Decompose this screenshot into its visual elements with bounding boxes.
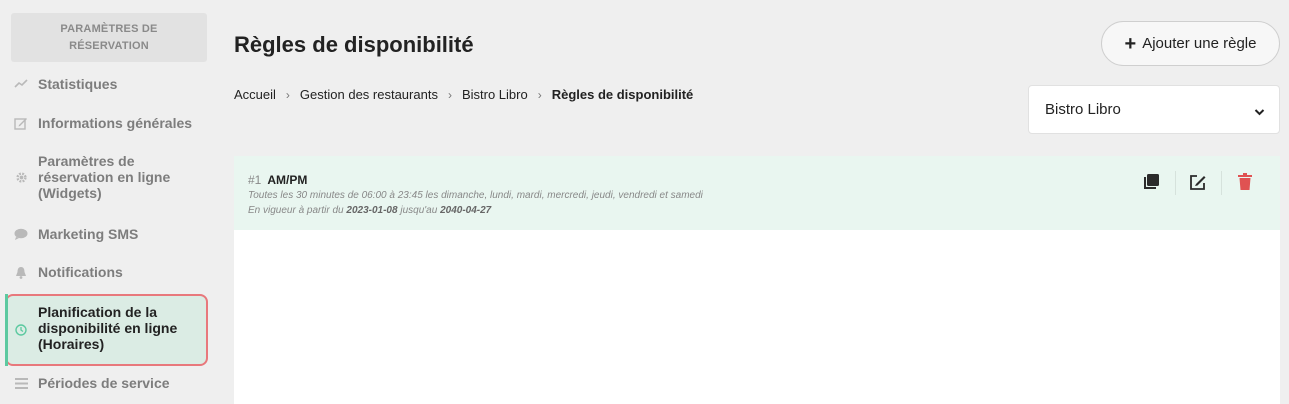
sidebar-item-label: Informations générales xyxy=(38,115,193,131)
sidebar-item-statistiques[interactable]: Statistiques xyxy=(0,76,215,92)
sidebar-item-informations[interactable]: Informations générales xyxy=(0,115,215,131)
page-title: Règles de disponibilité xyxy=(234,32,474,57)
duplicate-rule-button[interactable] xyxy=(1141,173,1161,196)
delete-rule-button[interactable] xyxy=(1235,172,1255,196)
sidebar: PARAMÈTRES DE RÉSERVATION Statistiques I… xyxy=(0,0,215,404)
breadcrumb: Accueil › Gestion des restaurants › Bist… xyxy=(234,87,693,102)
rule-description: Toutes les 30 minutes de 06:00 à 23:45 l… xyxy=(248,190,703,201)
add-rule-button[interactable]: + Ajouter une règle xyxy=(1101,21,1280,66)
sidebar-item-widgets[interactable]: Paramètres de réservation en ligne (Widg… xyxy=(0,153,215,201)
bell-icon xyxy=(14,265,28,279)
sidebar-header: PARAMÈTRES DE RÉSERVATION xyxy=(11,13,207,62)
edit-icon xyxy=(1189,173,1207,196)
chevron-down-icon xyxy=(1254,103,1265,120)
gear-icon xyxy=(14,170,28,184)
sidebar-item-label: Périodes de service xyxy=(38,375,170,391)
rule-start-date: 2023-01-08 xyxy=(346,205,398,216)
breadcrumb-link-gestion[interactable]: Gestion des restaurants xyxy=(300,87,438,102)
chat-bubble-icon xyxy=(14,227,28,241)
sidebar-item-horaires[interactable]: Planification de la disponibilité en lig… xyxy=(0,304,215,352)
rule-number: #1 xyxy=(248,173,262,187)
restaurant-select[interactable]: Bistro Libro xyxy=(1028,85,1280,134)
edit-rule-button[interactable] xyxy=(1188,174,1208,194)
rule-dates-prefix: En vigueur à partir du xyxy=(248,205,344,216)
copy-icon xyxy=(1142,173,1160,196)
trash-icon xyxy=(1238,172,1252,196)
clock-icon xyxy=(14,323,28,337)
sidebar-item-notifications[interactable]: Notifications xyxy=(0,264,215,280)
chevron-right-icon: › xyxy=(285,87,290,102)
edit-icon xyxy=(14,116,28,130)
sidebar-item-label: Paramètres de réservation en ligne (Widg… xyxy=(38,153,171,201)
chevron-right-icon: › xyxy=(447,87,452,102)
list-icon xyxy=(14,376,28,390)
sidebar-item-label: Statistiques xyxy=(38,76,118,92)
breadcrumb-current: Règles de disponibilité xyxy=(551,87,694,102)
rule-dates-mid: jusqu'au xyxy=(400,205,438,216)
breadcrumb-link-restaurant[interactable]: Bistro Libro xyxy=(462,87,528,102)
add-rule-label: Ajouter une règle xyxy=(1142,35,1257,52)
rule-end-date: 2040-04-27 xyxy=(440,205,492,216)
rule-header: #1 AM/PM xyxy=(248,173,307,187)
rule-dates: En vigueur à partir du 2023-01-08 jusqu'… xyxy=(248,205,491,216)
rule-name: AM/PM xyxy=(267,173,308,187)
divider xyxy=(1175,171,1176,195)
restaurant-select-value: Bistro Libro xyxy=(1045,101,1121,118)
breadcrumb-link-accueil[interactable]: Accueil xyxy=(234,87,276,102)
sidebar-item-label: Notifications xyxy=(38,264,123,280)
sidebar-item-label: Marketing SMS xyxy=(38,226,139,242)
sidebar-item-periodes[interactable]: Périodes de service xyxy=(0,375,215,391)
sidebar-item-label: Planification de la disponibilité en lig… xyxy=(38,304,178,352)
sidebar-item-marketing-sms[interactable]: Marketing SMS xyxy=(0,226,215,242)
divider xyxy=(1221,171,1222,195)
plus-icon: + xyxy=(1124,32,1137,55)
chevron-right-icon: › xyxy=(537,87,542,102)
chart-line-icon xyxy=(14,77,28,91)
